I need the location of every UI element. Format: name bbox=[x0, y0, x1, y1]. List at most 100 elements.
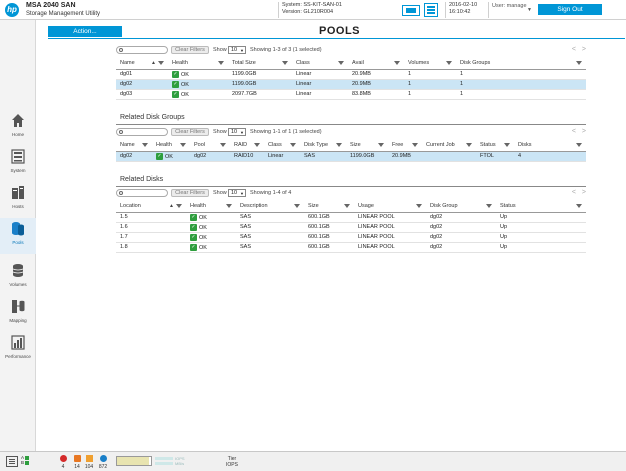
filter-icon[interactable] bbox=[576, 61, 582, 65]
prev-page-icon[interactable]: < bbox=[572, 128, 576, 135]
sort-ascending-icon[interactable]: ▲ bbox=[169, 203, 174, 209]
table-row[interactable]: dg01 ✓ OK 1199.0GB Linear 20.9MB 1 1 bbox=[116, 69, 586, 80]
warning-events[interactable]: 104 bbox=[82, 455, 96, 470]
nav-item-hosts[interactable]: Hosts bbox=[0, 182, 36, 218]
filter-icon[interactable] bbox=[486, 204, 492, 208]
disks-page-size-select[interactable]: 10 ▼ bbox=[228, 189, 246, 197]
column-header[interactable]: Disk Group bbox=[426, 201, 496, 213]
sign-out-button[interactable]: Sign Out bbox=[538, 4, 602, 15]
filter-icon[interactable] bbox=[176, 204, 182, 208]
column-header[interactable]: Size bbox=[346, 140, 388, 152]
filter-icon[interactable] bbox=[576, 204, 582, 208]
column-header[interactable]: Description bbox=[236, 201, 304, 213]
info-events[interactable]: 872 bbox=[96, 455, 110, 470]
action-button[interactable]: Action... bbox=[48, 26, 122, 37]
column-header[interactable]: Class bbox=[264, 140, 300, 152]
critical-events[interactable]: 4 bbox=[56, 455, 70, 470]
disk-groups-search-input[interactable] bbox=[116, 128, 168, 136]
table-row[interactable]: 1.8 ✓ OK SAS 600.1GB LINEAR POOL dg02 Up bbox=[116, 242, 586, 253]
nav-label-mapping: Mapping bbox=[9, 318, 27, 323]
filter-icon[interactable] bbox=[576, 143, 582, 147]
column-header[interactable]: Class bbox=[292, 58, 348, 70]
prev-page-icon[interactable]: < bbox=[572, 46, 576, 53]
column-header[interactable]: Status bbox=[476, 140, 514, 152]
column-header[interactable]: Location ▲ bbox=[116, 201, 186, 213]
table-row[interactable]: dg03 ✓ OK 2097.7GB Linear 83.8MB 1 1 bbox=[116, 89, 586, 100]
disk-groups-page-size-select[interactable]: 10 ▼ bbox=[228, 128, 246, 136]
prev-page-icon[interactable]: < bbox=[572, 189, 576, 196]
pools-search-input[interactable] bbox=[116, 46, 168, 54]
pools-clear-filters-button[interactable]: Clear Filters bbox=[171, 46, 209, 54]
nav-item-system[interactable]: System bbox=[0, 146, 36, 182]
column-header[interactable]: Volumes bbox=[404, 58, 456, 70]
disk-groups-clear-filters-button[interactable]: Clear Filters bbox=[171, 128, 209, 136]
performance-summary[interactable]: IOPS MB/s bbox=[155, 456, 197, 466]
nav-item-volumes[interactable]: Volumes bbox=[0, 260, 36, 296]
column-header[interactable]: Health bbox=[152, 140, 190, 152]
filter-icon[interactable] bbox=[344, 204, 350, 208]
filter-icon[interactable] bbox=[220, 143, 226, 147]
date-time[interactable]: 2016-02-10 16:10:42 bbox=[445, 2, 485, 18]
cell-value: LINEAR POOL bbox=[358, 224, 395, 230]
filter-icon[interactable] bbox=[412, 143, 418, 147]
monitor-icon bbox=[402, 5, 420, 16]
activity-list-icon[interactable] bbox=[6, 456, 18, 467]
column-header[interactable]: Usage bbox=[354, 201, 426, 213]
controller-status[interactable]: A B bbox=[21, 455, 45, 470]
filter-icon[interactable] bbox=[294, 204, 300, 208]
filter-icon[interactable] bbox=[290, 143, 296, 147]
filter-icon[interactable] bbox=[218, 61, 224, 65]
column-header[interactable]: Health bbox=[186, 201, 236, 213]
next-page-icon[interactable]: > bbox=[582, 189, 586, 196]
pools-page-size-select[interactable]: 10 ▼ bbox=[228, 46, 246, 54]
system-info[interactable]: System: SS-KIT-SAN-01 Version: GL210R004 bbox=[278, 2, 396, 18]
system-graphic[interactable] bbox=[402, 3, 442, 17]
column-header[interactable]: Name ▲ bbox=[116, 58, 168, 70]
filter-icon[interactable] bbox=[282, 61, 288, 65]
table-row[interactable]: 1.7 ✓ OK SAS 600.1GB LINEAR POOL dg02 Up bbox=[116, 232, 586, 243]
table-row[interactable]: dg02 ✓ OK dg02 RAID10 Linear SAS 1199.0GB 20.9MB… bbox=[116, 151, 586, 162]
disks-clear-filters-button[interactable]: Clear Filters bbox=[171, 189, 209, 197]
next-page-icon[interactable]: > bbox=[582, 128, 586, 135]
filter-icon[interactable] bbox=[254, 143, 260, 147]
column-header[interactable]: Avail bbox=[348, 58, 404, 70]
column-header[interactable]: RAID bbox=[230, 140, 264, 152]
column-header[interactable]: Health bbox=[168, 58, 228, 70]
filter-icon[interactable] bbox=[394, 61, 400, 65]
column-header[interactable]: Free bbox=[388, 140, 422, 152]
filter-icon[interactable] bbox=[504, 143, 510, 147]
column-header[interactable]: Disk Groups bbox=[456, 58, 586, 70]
filter-icon[interactable] bbox=[226, 204, 232, 208]
filter-icon[interactable] bbox=[378, 143, 384, 147]
nav-item-performance[interactable]: Performance bbox=[0, 332, 36, 368]
disks-search-input[interactable] bbox=[116, 189, 168, 197]
filter-icon[interactable] bbox=[158, 61, 164, 65]
column-header[interactable]: Name bbox=[116, 140, 152, 152]
column-header-label: Size bbox=[350, 142, 361, 149]
filter-icon[interactable] bbox=[336, 143, 342, 147]
column-header[interactable]: Size bbox=[304, 201, 354, 213]
nav-item-home[interactable]: Home bbox=[0, 110, 36, 146]
table-row[interactable]: 1.5 ✓ OK SAS 600.1GB LINEAR POOL dg02 Up bbox=[116, 212, 586, 223]
column-header[interactable]: Status bbox=[496, 201, 586, 213]
filter-icon[interactable] bbox=[338, 61, 344, 65]
nav-item-pools[interactable]: Pools bbox=[0, 218, 36, 254]
filter-icon[interactable] bbox=[466, 143, 472, 147]
column-header[interactable]: Current Job bbox=[422, 140, 476, 152]
column-header[interactable]: Disks bbox=[514, 140, 586, 152]
tier-summary[interactable]: Tier IOPS bbox=[226, 456, 238, 468]
table-row[interactable]: dg02 ✓ OK 1199.0GB Linear 20.9MB 1 1 bbox=[116, 79, 586, 90]
table-row[interactable]: 1.6 ✓ OK SAS 600.1GB LINEAR POOL dg02 Up bbox=[116, 222, 586, 233]
column-header[interactable]: Total Size bbox=[228, 58, 292, 70]
next-page-icon[interactable]: > bbox=[582, 46, 586, 53]
user-menu[interactable]: User: manage ▼ bbox=[488, 2, 534, 18]
filter-icon[interactable] bbox=[446, 61, 452, 65]
filter-icon[interactable] bbox=[180, 143, 186, 147]
filter-icon[interactable] bbox=[142, 143, 148, 147]
nav-item-mapping[interactable]: Mapping bbox=[0, 296, 36, 332]
column-header[interactable]: Pool bbox=[190, 140, 230, 152]
capacity-bar[interactable] bbox=[116, 456, 152, 466]
sort-ascending-icon[interactable]: ▲ bbox=[151, 60, 156, 66]
filter-icon[interactable] bbox=[416, 204, 422, 208]
column-header[interactable]: Disk Type bbox=[300, 140, 346, 152]
